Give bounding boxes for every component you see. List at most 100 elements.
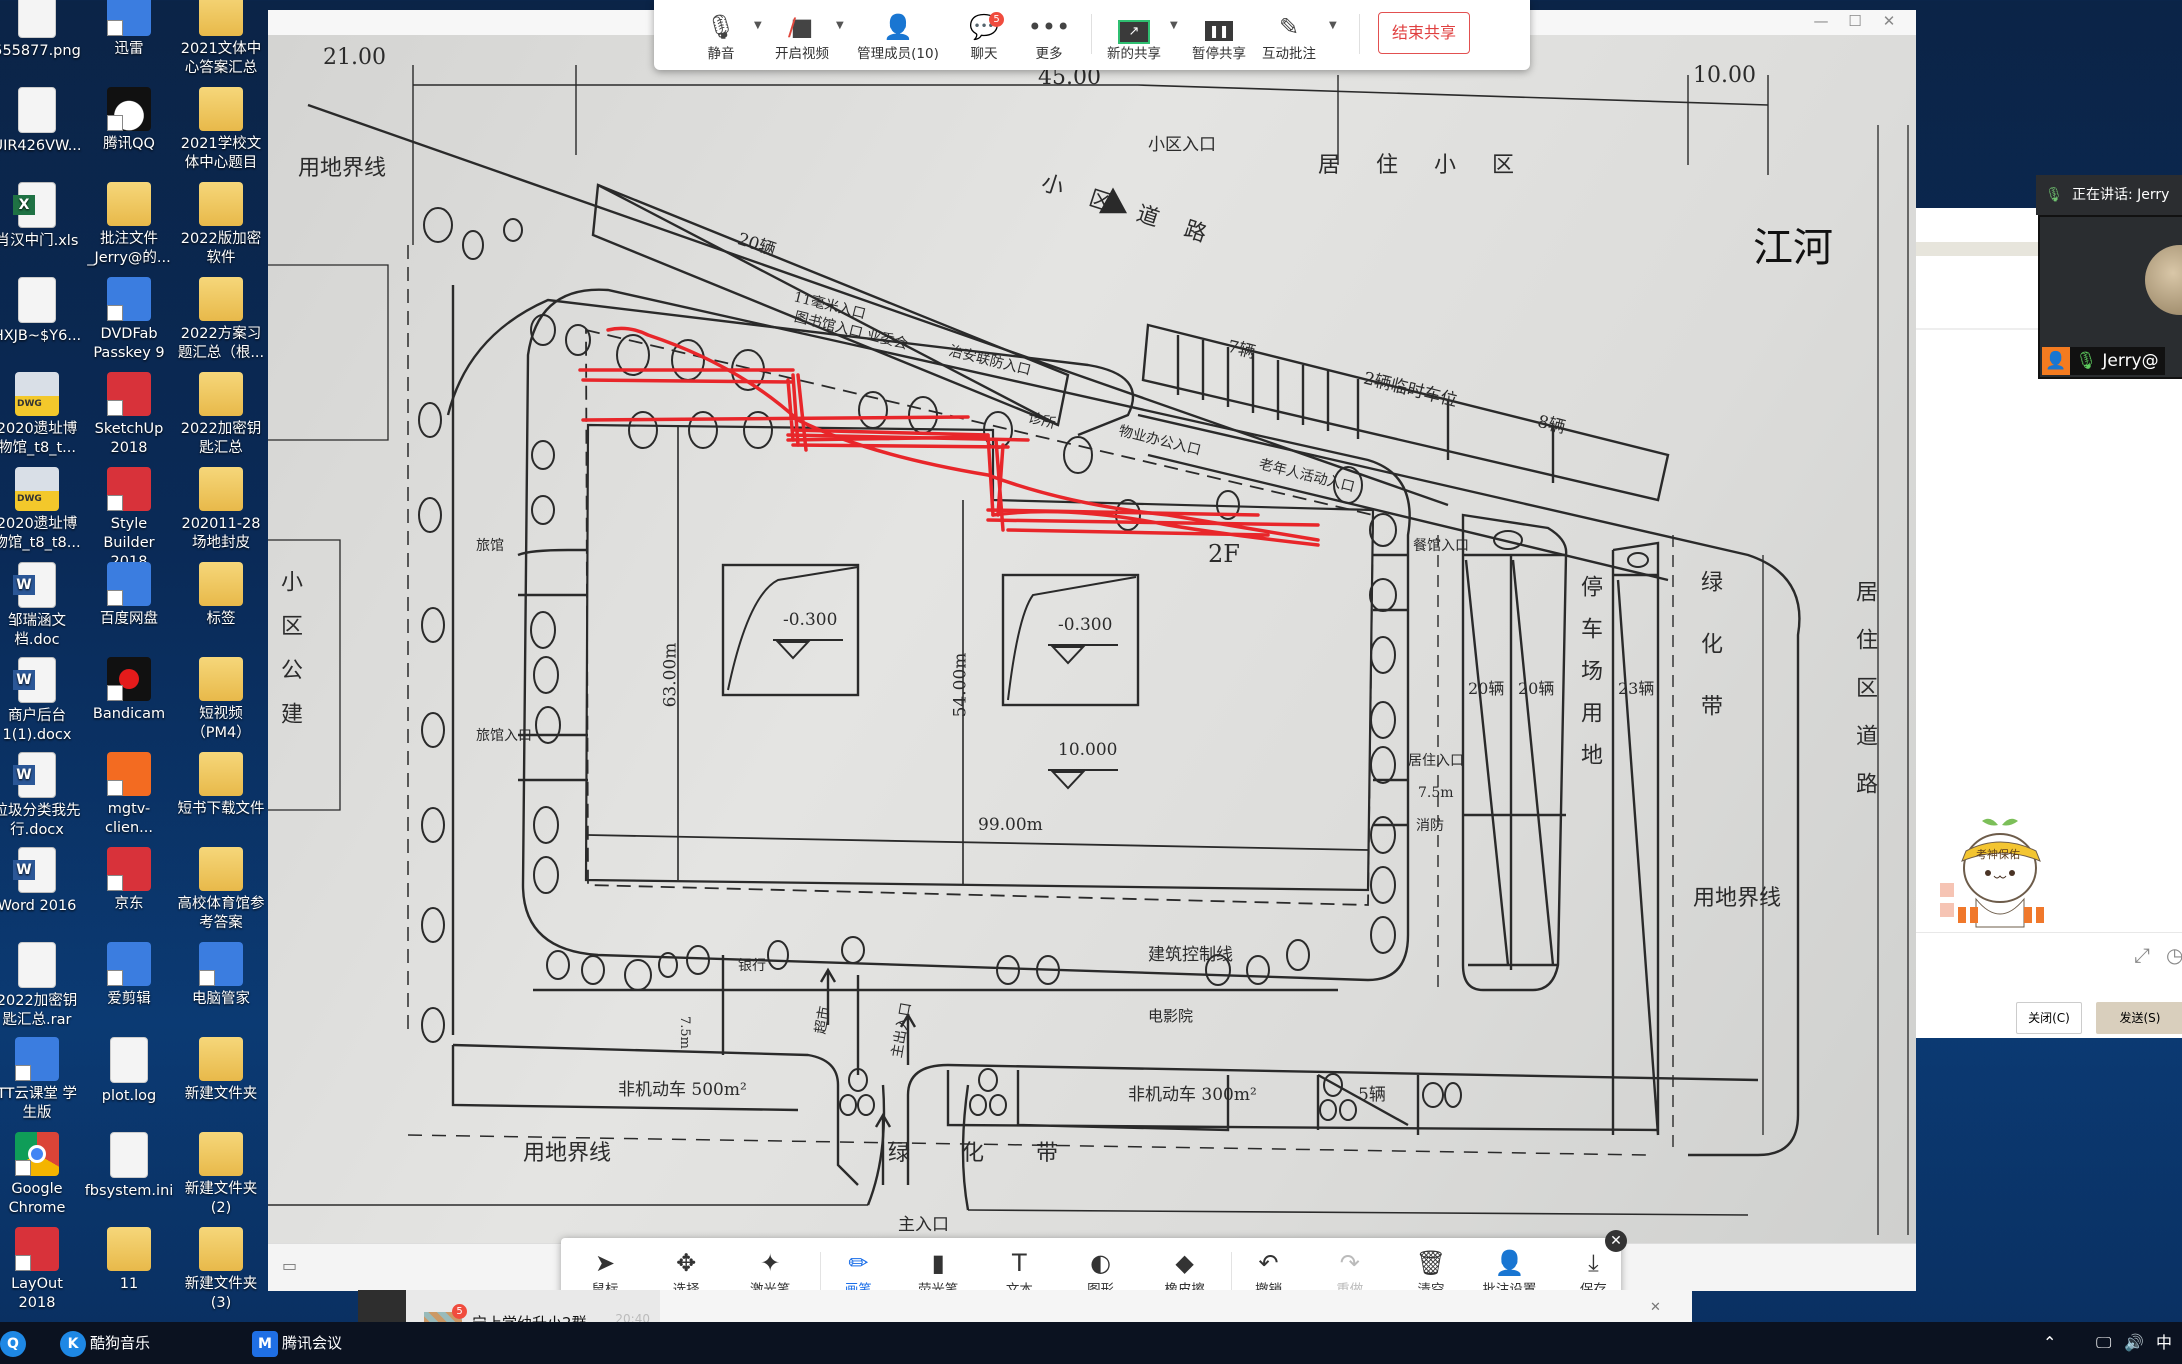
show-hidden-icons[interactable]: ⌃: [2043, 1322, 2056, 1364]
screen-icon[interactable]: ▭: [282, 1256, 297, 1275]
desktop-icon[interactable]: 202011-28场地封皮: [176, 467, 266, 553]
new-share-button[interactable]: ↗ 新的共享: [1104, 12, 1164, 62]
desktop-icon[interactable]: LayOut 2018: [0, 1227, 82, 1313]
network-icon[interactable]: 🖵: [2096, 1322, 2111, 1364]
elevation-label: 10.000: [1058, 740, 1118, 760]
desktop-icon[interactable]: 新建文件夹: [176, 1037, 266, 1104]
desktop-icon[interactable]: 肖汉中门.xls: [0, 182, 82, 251]
desktop-icon[interactable]: 新建文件夹(3): [176, 1227, 266, 1313]
main-entrance-label: 主入口: [898, 1215, 949, 1235]
desktop-icon[interactable]: HXJB~$Y6...: [0, 277, 82, 346]
desktop-icon[interactable]: 腾讯QQ: [84, 87, 174, 154]
desktop-icon[interactable]: UIR426VW...: [0, 87, 82, 156]
close-button[interactable]: 关闭(C): [2016, 1002, 2082, 1034]
pause-share-button[interactable]: ❚❚ 暂停共享: [1189, 12, 1249, 62]
maximize-icon[interactable]: ☐: [1840, 12, 1870, 30]
desktop-icon-label: 腾讯QQ: [103, 136, 155, 152]
app-icon: [107, 562, 151, 606]
folder-icon: [199, 752, 243, 796]
desktop-icon[interactable]: 高校体育馆参考答案: [176, 847, 266, 933]
close-icon[interactable]: ✕: [1874, 12, 1904, 30]
desktop-icon-label: 2022方案习题汇总（根...: [177, 326, 265, 361]
clock-icon[interactable]: ◷: [2166, 943, 2182, 967]
desktop-icon[interactable]: plot.log: [84, 1037, 174, 1106]
manage-members-button[interactable]: 👤 管理成员(10): [850, 12, 946, 62]
desktop-icon[interactable]: fbsystem.ini: [84, 1132, 174, 1201]
mute-options-dropdown[interactable]: ▼: [754, 20, 762, 31]
dim-label: 10.00: [1693, 63, 1756, 88]
share-options-dropdown[interactable]: ▼: [1170, 20, 1178, 31]
highlighter-icon: ▮: [931, 1249, 945, 1277]
desktop-icon[interactable]: 迅雷: [84, 0, 174, 59]
volume-icon[interactable]: 🔊: [2124, 1322, 2144, 1364]
desktop-icon-label: Word 2016: [0, 898, 77, 914]
desktop-icon[interactable]: 垃圾分类我先行.docx: [0, 752, 82, 840]
desktop-icon[interactable]: TT云课堂 学生版: [0, 1037, 82, 1123]
folder-icon: [199, 1227, 243, 1271]
send-button[interactable]: 发送(S): [2096, 1002, 2182, 1034]
participant-video-tile[interactable]: 👤 🎙 Jerry@: [2038, 215, 2182, 379]
taskbar-app-kugou[interactable]: K 酷狗音乐: [60, 1322, 150, 1364]
minimize-icon[interactable]: —: [1806, 12, 1836, 30]
desktop-icon[interactable]: Word 2016: [0, 847, 82, 916]
elevation-label: -0.300: [1058, 615, 1113, 635]
desktop-icon[interactable]: 2021文体中心答案汇总: [176, 0, 266, 78]
desktop-icon[interactable]: 短书下载文件: [176, 752, 266, 819]
end-share-button[interactable]: 结束共享: [1378, 12, 1470, 54]
desktop-icon[interactable]: DVDFab Passkey 9: [84, 277, 174, 363]
desktop-icon[interactable]: 爱剪辑: [84, 942, 174, 1009]
expand-icon[interactable]: ⤢: [2134, 943, 2150, 967]
desktop-icon[interactable]: 商户后台1(1).docx: [0, 657, 82, 745]
desktop-icon[interactable]: 11: [84, 1227, 174, 1294]
bandicam-icon: [107, 657, 151, 701]
desktop-icon[interactable]: 2021学校文体中心题目: [176, 87, 266, 173]
desktop-icon[interactable]: Style Builder 2018: [84, 467, 174, 572]
folder-icon: [199, 847, 243, 891]
dimension-label: 54.00m: [950, 652, 971, 718]
pen-icon: ✏: [848, 1249, 869, 1277]
folder-icon: [199, 1132, 243, 1176]
close-icon[interactable]: ✕: [1650, 1300, 1661, 1315]
taskbar-app-tencent-meeting[interactable]: M 腾讯会议: [252, 1322, 342, 1364]
desktop-icon[interactable]: 短视频（PM4）: [176, 657, 266, 743]
desktop-icon[interactable]: 邹瑞涵文档.doc: [0, 562, 82, 650]
video-button[interactable]: ■ / 开启视频: [770, 12, 834, 62]
undo-icon: ↶: [1258, 1249, 1279, 1277]
desktop-icon[interactable]: Google Chrome: [0, 1132, 82, 1218]
desktop-icon[interactable]: 2022版加密软件: [176, 182, 266, 268]
mute-button[interactable]: 🎙 静音: [699, 12, 743, 62]
desktop-icon-label: 2020遗址博物馆_t8_t8...: [0, 516, 81, 551]
desktop-icon[interactable]: mgtv-clien...: [84, 752, 174, 838]
desktop-icon[interactable]: 2020遗址博物馆_t8_t8...: [0, 467, 82, 553]
mic-active-icon: 🎙: [2075, 351, 2097, 371]
chat-button[interactable]: 💬 聊天 5: [959, 12, 1009, 62]
desktop-icon[interactable]: Bandicam: [84, 657, 174, 724]
doc-icon: [18, 277, 56, 323]
red-icon: [15, 1227, 59, 1271]
annotate-button[interactable]: ✎ 互动批注: [1259, 12, 1319, 62]
desktop-icon[interactable]: 标签: [176, 562, 266, 629]
video-options-dropdown[interactable]: ▼: [836, 20, 844, 31]
desktop-icon[interactable]: 2020遗址博物馆_t8_t...: [0, 372, 82, 458]
folder-icon: [199, 87, 243, 131]
desktop-icon[interactable]: 新建文件夹(2): [176, 1132, 266, 1218]
desktop-icon[interactable]: 电脑管家: [176, 942, 266, 1009]
desktop-icon[interactable]: 555877.png: [0, 0, 82, 61]
desktop-icon[interactable]: 批注文件_Jerry@的...: [84, 182, 174, 268]
ime-indicator[interactable]: 中: [2156, 1322, 2172, 1364]
site-plan-drawing[interactable]: 21.00 45.00 10.00 用地界线 小区入口 居住小区 小区道路 江河…: [268, 35, 1916, 1243]
parking-label: 20辆: [1468, 679, 1505, 698]
more-button[interactable]: ••• 更多: [1024, 12, 1074, 62]
panel-divider-2: [1916, 932, 2182, 933]
nonmotor-label: 非机动车 300m²: [1128, 1085, 1257, 1105]
annotate-options-dropdown[interactable]: ▼: [1329, 20, 1337, 31]
search-icon[interactable]: Q: [0, 1322, 36, 1364]
desktop-icon[interactable]: 2022方案习题汇总（根...: [176, 277, 266, 363]
desktop-icon[interactable]: 百度网盘: [84, 562, 174, 629]
desktop-icon[interactable]: 2022加密钥匙汇总.rar: [0, 942, 82, 1030]
app-icon: [107, 0, 151, 36]
desktop-icon[interactable]: SketchUp 2018: [84, 372, 174, 458]
desktop-icon[interactable]: 2022加密钥匙汇总: [176, 372, 266, 458]
desktop-icon-label: 新建文件夹(3): [184, 1276, 258, 1311]
desktop-icon[interactable]: 京东: [84, 847, 174, 914]
